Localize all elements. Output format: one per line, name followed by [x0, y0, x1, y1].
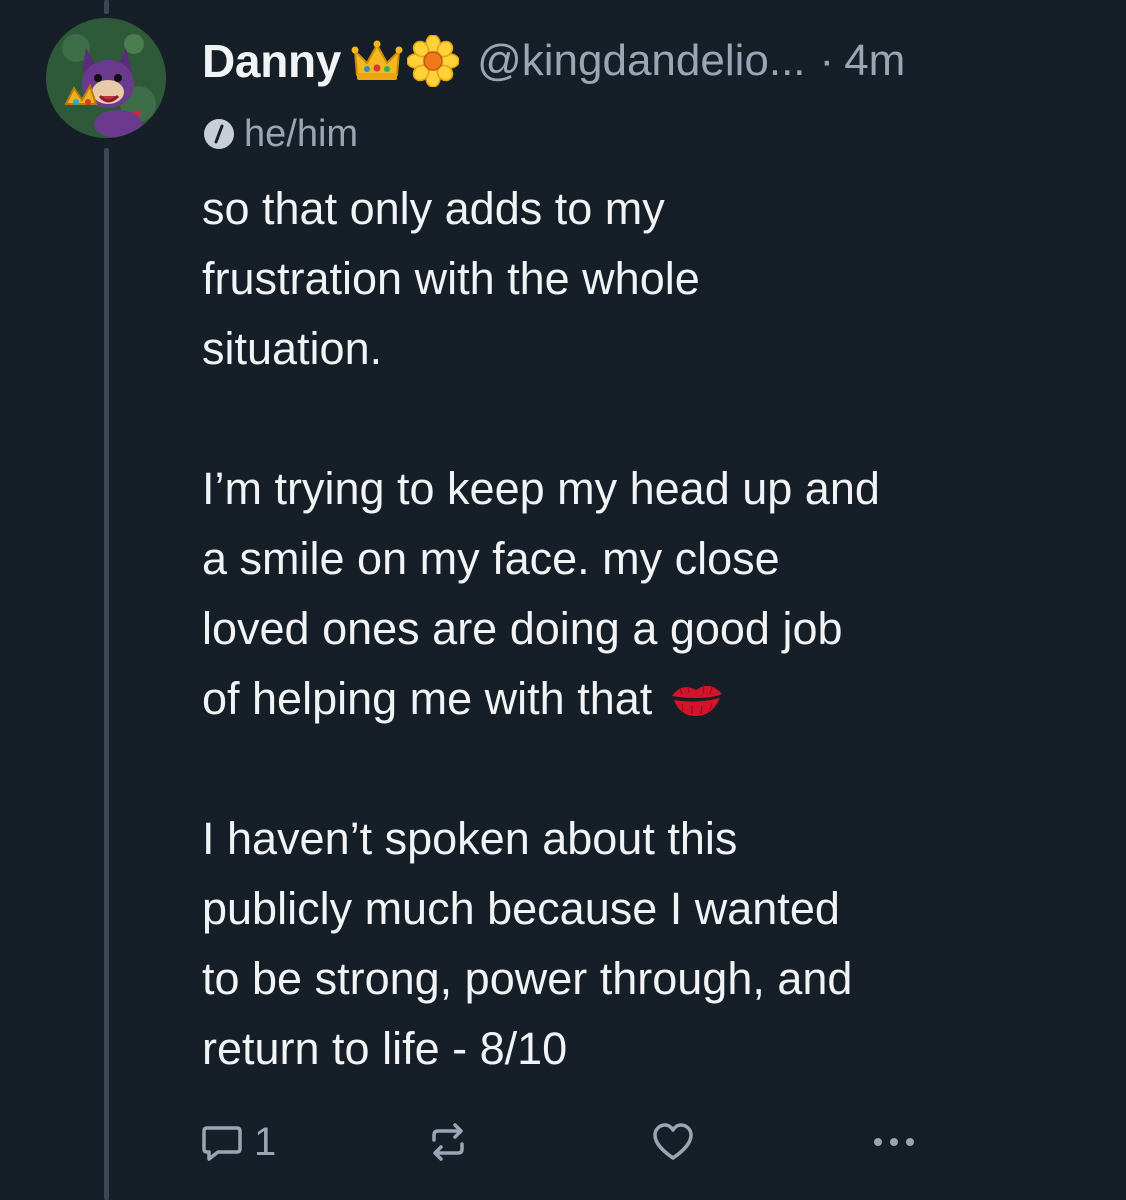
avatar-image [46, 18, 166, 138]
post-paragraph-2: I’m trying to keep my head up and a smil… [202, 454, 1102, 734]
post-line: to be strong, power through, and [202, 953, 853, 1004]
post-paragraph-1: so that only adds to my frustration with… [202, 174, 1102, 384]
post-timestamp[interactable]: 4m [844, 36, 905, 86]
like-icon [650, 1120, 696, 1164]
display-name[interactable]: Danny [202, 34, 341, 88]
post-line: a smile on my face. my close [202, 533, 780, 584]
post-line: loved ones are doing a good job [202, 603, 843, 654]
post-line: I haven’t spoken about this [202, 813, 738, 864]
thread-line [104, 148, 109, 1200]
post-line: frustration with the whole [202, 253, 700, 304]
post-line: so that only adds to my [202, 183, 665, 234]
like-button[interactable] [650, 1112, 696, 1172]
pronouns: he/him [202, 112, 358, 156]
reply-icon [200, 1120, 244, 1164]
post-line: return to life - 8/10 [202, 1023, 568, 1074]
separator-dot: · [819, 36, 835, 85]
crown-emoji-icon [351, 35, 403, 87]
post-line: publicly much because I wanted [202, 883, 840, 934]
pronoun-tag-icon [202, 117, 236, 151]
blossom-emoji-icon [407, 35, 460, 87]
kiss-mark-emoji-icon [668, 676, 726, 720]
post-line: of helping me with that [202, 673, 653, 724]
user-handle[interactable]: @kingdandelio... [477, 36, 805, 86]
post-body: so that only adds to my frustration with… [202, 174, 1102, 1084]
repost-button[interactable] [424, 1112, 472, 1172]
reply-button[interactable]: 1 [200, 1112, 276, 1172]
reply-count: 1 [254, 1119, 277, 1164]
more-options-button[interactable] [870, 1112, 918, 1172]
post-actions: 1 [200, 1112, 1120, 1172]
thread-line-top [104, 0, 109, 14]
more-icon [870, 1132, 918, 1152]
post-line: situation. [202, 323, 383, 374]
pronouns-text: he/him [244, 112, 359, 155]
repost-icon [424, 1120, 472, 1164]
post-header: Danny @kingdandelio... · 4m [202, 26, 905, 96]
avatar[interactable] [46, 18, 166, 138]
post-paragraph-3: I haven’t spoken about this publicly muc… [202, 804, 1102, 1084]
post-line: I’m trying to keep my head up and [202, 463, 880, 514]
